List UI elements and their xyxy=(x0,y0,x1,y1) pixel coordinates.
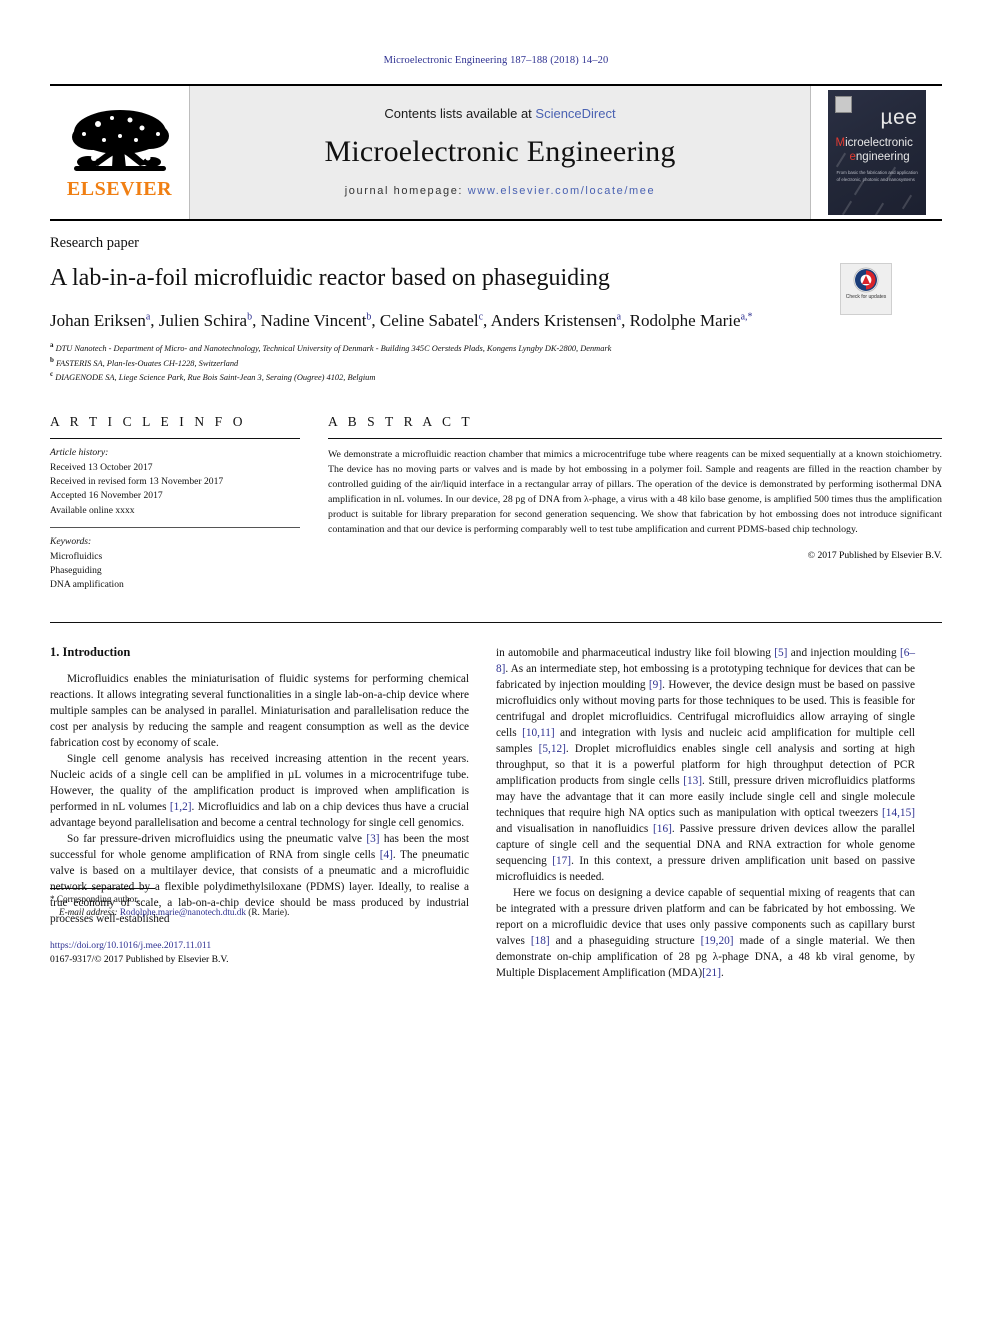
history-item: Available online xxxx xyxy=(50,504,135,516)
citation-link[interactable]: [19,20] xyxy=(701,935,734,947)
history-item: Accepted 16 November 2017 xyxy=(50,490,163,502)
cover-line1-red: M xyxy=(835,137,846,149)
corresponding-label: Corresponding author. xyxy=(56,893,140,904)
journal-cover-thumbnail: µee Microelectronic engineering From bas… xyxy=(827,90,926,215)
cover-line1-rest: icroelectronic xyxy=(845,137,913,149)
citation-link[interactable]: [13] xyxy=(683,775,702,787)
page-title: A lab-in-a-foil microfluidic reactor bas… xyxy=(50,265,610,291)
keywords-label: Keywords: xyxy=(50,536,92,548)
contents-prefix: Contents lists available at xyxy=(384,106,536,121)
cover-line2-rest: ngineering xyxy=(855,150,910,163)
running-head: Microelectronic Engineering 187–188 (201… xyxy=(383,55,609,66)
article-info-column: A R T I C L E I N F O Article history: R… xyxy=(50,414,300,602)
author-list: Johan Eriksena, Julien Schirab, Nadine V… xyxy=(50,310,753,330)
article-history-block: Article history: Received 13 October 201… xyxy=(50,439,300,527)
issn-copyright-line: 0167-9317/© 2017 Published by Elsevier B… xyxy=(50,953,229,965)
history-item: Received 13 October 2017 xyxy=(50,461,153,473)
corresponding-author-note: * Corresponding author. xyxy=(50,893,469,906)
paragraph: Here we focus on designing a device capa… xyxy=(496,887,915,980)
section-heading-introduction: 1. Introduction xyxy=(50,644,131,659)
keywords-block: Keywords: Microfluidics Phaseguiding DNA… xyxy=(50,528,300,602)
citation-link[interactable]: [21] xyxy=(702,967,721,979)
abstract-heading: A B S T R A C T xyxy=(328,414,474,430)
publisher-logo-area: ELSEVIER xyxy=(50,86,190,219)
citation-link[interactable]: [6–8] xyxy=(496,647,915,675)
affiliation-marker: c xyxy=(50,370,54,379)
citation-link[interactable]: [10,11] xyxy=(522,727,555,739)
journal-article-page: Microelectronic Engineering 187–188 (201… xyxy=(0,0,992,1323)
footnote-area: * Corresponding author. E-mail address: … xyxy=(50,887,469,920)
cover-publisher-badge-icon xyxy=(834,96,852,113)
journal-title: Microelectronic Engineering xyxy=(324,135,676,168)
citation-link[interactable]: [14,15] xyxy=(882,807,915,819)
cover-journal-name: Microelectronic engineering xyxy=(836,137,913,164)
paragraph: Microfluidics enables the miniaturisatio… xyxy=(50,672,469,749)
elsevier-wordmark: ELSEVIER xyxy=(66,178,173,200)
crossmark-badge[interactable]: Check for updates xyxy=(840,263,892,315)
keyword-item: Microfluidics xyxy=(50,550,103,562)
email-link[interactable]: Rodolphe.marie@nanotech.dtu.dk xyxy=(120,907,246,917)
paragraph: in automobile and pharmaceutical industr… xyxy=(496,646,915,884)
journal-masthead: ELSEVIER Contents lists available at Sci… xyxy=(50,84,942,221)
article-header: Research paper A lab-in-a-foil microflui… xyxy=(50,235,942,384)
masthead-center: Contents lists available at ScienceDirec… xyxy=(190,86,810,219)
email-suffix: (R. Marie). xyxy=(248,907,290,918)
affiliation-item: a DTU Nanotech - Department of Micro- an… xyxy=(50,340,942,355)
elsevier-tree-icon xyxy=(71,110,169,171)
citation-link[interactable]: [4] xyxy=(380,849,393,861)
journal-homepage-line: journal homepage: www.elsevier.com/locat… xyxy=(345,185,655,197)
email-note: E-mail address: Rodolphe.marie@nanotech.… xyxy=(50,906,469,919)
affiliation-marker: b xyxy=(50,355,54,364)
citation-link[interactable]: [9] xyxy=(649,679,662,691)
elsevier-logo: ELSEVIER xyxy=(65,106,175,199)
citation-link[interactable]: [5] xyxy=(774,647,787,659)
affiliation-list: a DTU Nanotech - Department of Micro- an… xyxy=(50,340,942,384)
citation-link[interactable]: [18] xyxy=(531,935,550,947)
article-body: 1. Introduction Microfluidics enables th… xyxy=(50,645,942,982)
affiliation-text: FASTERIS SA, Plan-les-Ouates CH-1228, Sw… xyxy=(56,358,239,368)
crossmark-icon xyxy=(853,267,879,293)
cover-mue-text: µee xyxy=(880,106,918,129)
keyword-item: Phaseguiding xyxy=(50,564,102,576)
article-type-label: Research paper xyxy=(50,235,139,251)
doi-link[interactable]: https://doi.org/10.1016/j.mee.2017.11.01… xyxy=(50,939,228,953)
affiliation-item: c DIAGENODE SA, Liege Science Park, Rue … xyxy=(50,369,942,384)
homepage-prefix: journal homepage: xyxy=(344,185,468,197)
info-abstract-section: A R T I C L E I N F O Article history: R… xyxy=(50,414,942,602)
doi-block: https://doi.org/10.1016/j.mee.2017.11.01… xyxy=(50,939,228,966)
footnote-divider xyxy=(50,887,155,889)
affiliation-text: DIAGENODE SA, Liege Science Park, Rue Bo… xyxy=(55,373,376,383)
body-column-left: 1. Introduction Microfluidics enables th… xyxy=(50,645,469,982)
affiliation-text: DTU Nanotech - Department of Micro- and … xyxy=(55,343,612,353)
citation-link[interactable]: [16] xyxy=(653,823,672,835)
affiliation-marker: a xyxy=(50,340,54,349)
journal-cover-area: µee Microelectronic engineering From bas… xyxy=(810,86,942,219)
corresponding-marker: * xyxy=(50,893,55,904)
contents-available-line: Contents lists available at ScienceDirec… xyxy=(384,106,615,121)
body-column-right: in automobile and pharmaceutical industr… xyxy=(496,645,915,982)
citation-link[interactable]: [1,2] xyxy=(170,801,192,813)
affiliation-item: b FASTERIS SA, Plan-les-Ouates CH-1228, … xyxy=(50,355,942,370)
abstract-text: We demonstrate a microfluidic reaction c… xyxy=(328,449,942,536)
journal-homepage-link[interactable]: www.elsevier.com/locate/mee xyxy=(468,185,655,197)
cover-subtitle: From basic the fabrication and applicati… xyxy=(836,170,918,182)
email-label: E-mail address: xyxy=(59,907,118,918)
abstract-column: A B S T R A C T We demonstrate a microfl… xyxy=(328,414,942,602)
paragraph: Single cell genome analysis has received… xyxy=(50,752,469,830)
citation-link[interactable]: [17] xyxy=(552,855,571,867)
sciencedirect-link[interactable]: ScienceDirect xyxy=(535,106,615,121)
abstract-copyright: © 2017 Published by Elsevier B.V. xyxy=(807,549,942,561)
article-history-label: Article history: xyxy=(50,447,109,459)
history-item: Received in revised form 13 November 201… xyxy=(50,476,224,488)
article-info-heading: A R T I C L E I N F O xyxy=(50,414,247,430)
keyword-item: DNA amplification xyxy=(50,579,124,591)
citation-link[interactable]: [5,12] xyxy=(539,743,566,755)
body-top-divider xyxy=(50,621,942,623)
citation-link[interactable]: [3] xyxy=(366,833,379,845)
crossmark-label: Check for updates xyxy=(845,294,887,300)
